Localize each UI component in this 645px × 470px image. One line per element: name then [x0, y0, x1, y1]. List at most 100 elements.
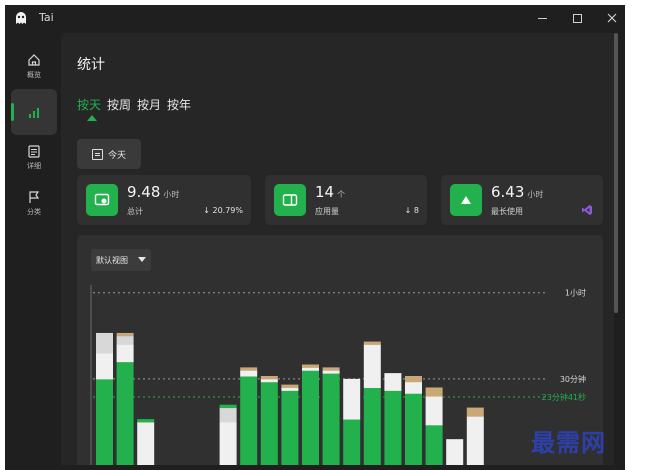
bar-segment[interactable] [281, 387, 299, 391]
nav-label-categories: 分类 [27, 208, 41, 216]
triangle-up-icon [450, 184, 482, 216]
reference-line-label: 30分钟 [560, 374, 586, 384]
bar-segment[interactable] [281, 384, 299, 388]
total-time-delta: ↓ 20.79% [203, 206, 243, 215]
tab-month[interactable]: 按月 [137, 96, 161, 113]
active-indicator [11, 103, 14, 121]
bar-segment[interactable] [240, 376, 258, 465]
nav-item-details[interactable]: 详细 [11, 135, 57, 181]
nav-label-details: 详细 [27, 162, 41, 170]
bar-segment[interactable] [219, 404, 237, 409]
bar-segment[interactable] [116, 344, 134, 363]
bar-segment[interactable] [219, 407, 237, 423]
bar-segment[interactable] [384, 390, 402, 465]
reference-line-label: 1小时 [565, 288, 586, 298]
bar-segment[interactable] [96, 353, 113, 380]
today-button[interactable]: 今天 [77, 139, 141, 169]
tab-active-indicator [87, 115, 97, 121]
bar-segment[interactable] [137, 419, 155, 423]
nav-item-statistics[interactable] [11, 89, 57, 135]
bar-segment[interactable] [343, 378, 361, 420]
bar-segment[interactable] [116, 335, 134, 345]
close-button[interactable] [595, 5, 625, 31]
tab-week[interactable]: 按周 [107, 96, 131, 113]
page-title: 统计 [77, 57, 105, 73]
app-title: Tai [39, 11, 54, 24]
bar-segment[interactable] [425, 396, 443, 426]
bar-segment[interactable] [405, 376, 422, 383]
bar-segment[interactable] [322, 373, 340, 465]
bar-segment[interactable] [302, 367, 319, 371]
bar-segment[interactable] [240, 367, 258, 371]
bar-chart-icon [29, 108, 39, 118]
app-count-label: 应用量 [315, 207, 339, 216]
tab-year[interactable]: 按年 [167, 96, 191, 113]
bar-segment[interactable] [466, 416, 484, 465]
bar-segment[interactable] [405, 393, 422, 465]
sidebar-nav: 概览 详细 分类 [5, 31, 63, 470]
document-icon [28, 145, 40, 158]
bar-segment[interactable] [281, 390, 299, 465]
tab-day[interactable]: 按天 [77, 96, 101, 113]
bar-segment[interactable] [96, 378, 113, 465]
minimize-icon [537, 17, 547, 19]
nav-label-overview: 概览 [27, 70, 41, 79]
period-tabs: 按天 按周 按月 按年 [77, 96, 191, 113]
bar-segment[interactable] [405, 381, 422, 394]
maximize-icon [572, 13, 582, 23]
bar-segment[interactable] [96, 332, 113, 354]
longest-use-label: 最长使用 [491, 207, 523, 216]
total-time-value: 9.48 小时 [127, 183, 180, 201]
bar-segment[interactable] [363, 344, 381, 388]
bar-segment[interactable] [425, 424, 443, 465]
bar-segment[interactable] [425, 387, 443, 397]
bar-segment[interactable] [384, 373, 402, 391]
longest-use-card: 6.43 小时 最长使用 [441, 175, 603, 225]
bar-segment[interactable] [260, 378, 278, 383]
bar-segment[interactable] [137, 421, 155, 465]
clock-screen-icon [86, 184, 118, 216]
close-icon [607, 13, 617, 23]
bar-segment[interactable] [219, 421, 237, 465]
bar-segment[interactable] [260, 381, 278, 465]
reference-line-label: 23分钟41秒 [542, 392, 586, 402]
app-window-icon [274, 184, 306, 216]
app-count-value: 14 个 [315, 183, 346, 201]
calendar-icon [91, 148, 103, 160]
app-count-card: 14 个 应用量 ↓ 8 [265, 175, 427, 225]
bar-segment[interactable] [260, 376, 278, 380]
bar-segment[interactable] [363, 387, 381, 465]
bar-segment[interactable] [322, 370, 340, 374]
bar-segment[interactable] [302, 370, 319, 465]
bar-segment[interactable] [240, 370, 258, 377]
bar-segment[interactable] [343, 419, 361, 465]
content-panel: 统计 按天 按周 按月 按年 今天 9.48 小时 总计 ↓ 20.79% 14 个… [61, 33, 614, 465]
home-icon [28, 53, 40, 66]
flag-icon [29, 191, 40, 203]
maximize-button[interactable] [560, 5, 594, 31]
bar-segment[interactable] [116, 332, 134, 337]
today-button-label: 今天 [107, 150, 126, 161]
nav-item-overview[interactable]: 概览 [11, 43, 57, 89]
bar-segment[interactable] [322, 367, 340, 371]
longest-use-unit: 小时 [527, 190, 544, 199]
bar-segment[interactable] [363, 341, 381, 345]
usage-bar-chart: 1小时 30分钟 23分钟41秒 [90, 285, 586, 465]
scrollbar[interactable] [614, 33, 618, 313]
visual-studio-icon [582, 205, 592, 215]
title-bar: Tai [5, 5, 625, 31]
bar-segment[interactable] [466, 407, 484, 417]
total-time-label: 总计 [127, 207, 143, 216]
total-time-unit: 小时 [163, 190, 180, 199]
bar-segment[interactable] [302, 364, 319, 368]
app-ghost-icon [16, 12, 26, 24]
total-time-card: 9.48 小时 总计 ↓ 20.79% [77, 175, 251, 225]
nav-item-categories[interactable]: 分类 [11, 181, 57, 227]
bar-segment[interactable] [446, 439, 464, 465]
minimize-button[interactable] [525, 5, 559, 31]
chart-panel: 默认视图 1小时 30分钟 23分钟41秒 [77, 235, 603, 465]
app-count-unit: 个 [337, 190, 346, 199]
bar-segment[interactable] [116, 361, 134, 465]
app-count-delta: ↓ 8 [404, 206, 419, 215]
watermark-logo: 最需网 [531, 428, 606, 457]
